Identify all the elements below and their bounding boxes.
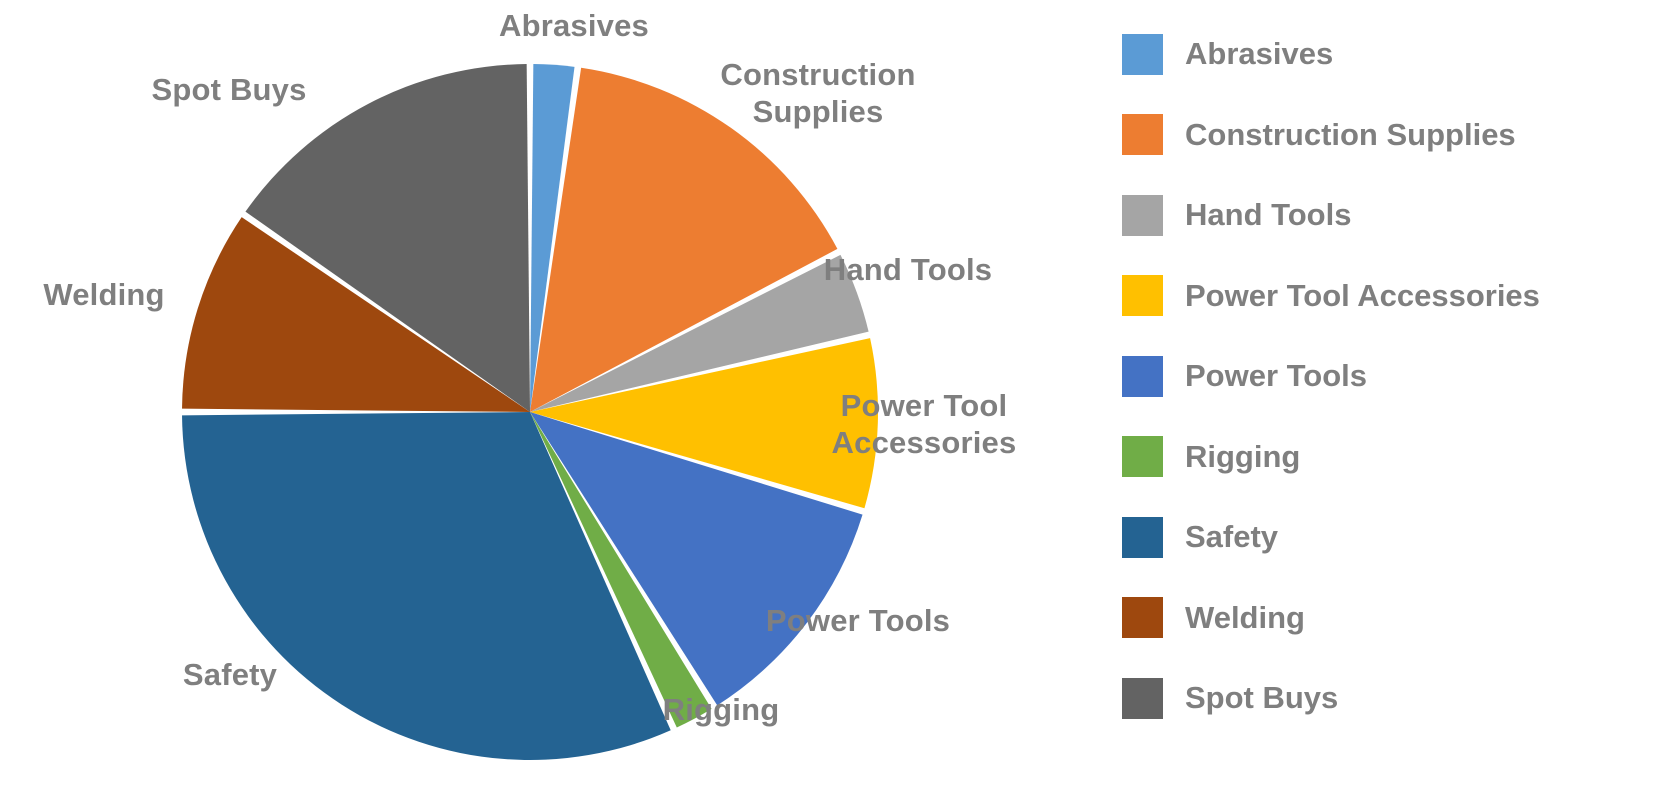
legend-item-rigging[interactable]: Rigging	[1122, 417, 1662, 498]
pie-label-construction-supplies: Construction Supplies	[720, 57, 916, 129]
legend-swatch-icon	[1122, 597, 1163, 639]
chart-legend: Abrasives Construction Supplies Hand Tools…	[1122, 14, 1662, 754]
legend-item-welding[interactable]: Welding	[1122, 578, 1662, 659]
legend-item-label: Abrasives	[1185, 36, 1334, 72]
pie-plot-area: Abrasives Construction Supplies Hand Tools…	[0, 0, 1100, 791]
legend-swatch-icon	[1122, 275, 1163, 317]
legend-item-power-tools[interactable]: Power Tools	[1122, 336, 1662, 417]
legend-item-label: Welding	[1185, 599, 1305, 635]
pie-label-welding: Welding	[43, 277, 165, 312]
pie-label-safety: Safety	[182, 657, 278, 692]
legend-swatch-icon	[1122, 677, 1163, 719]
legend-item-power-tool-accessories[interactable]: Power Tool Accessories	[1122, 256, 1662, 337]
pie-label-power-tool-accessories: Power Tool Accessories	[831, 388, 1017, 460]
legend-item-label: Rigging	[1185, 438, 1301, 474]
legend-swatch-icon	[1122, 516, 1163, 558]
legend-swatch-icon	[1122, 33, 1163, 75]
legend-item-label: Spot Buys	[1185, 680, 1339, 716]
legend-swatch-icon	[1122, 194, 1163, 236]
legend-item-label: Hand Tools	[1185, 197, 1352, 233]
legend-item-label: Construction Supplies	[1185, 116, 1516, 152]
pie-label-hand-tools: Hand Tools	[823, 252, 993, 287]
legend-item-label: Power Tools	[1185, 358, 1368, 394]
legend-item-construction-supplies[interactable]: Construction Supplies	[1122, 95, 1662, 176]
legend-item-hand-tools[interactable]: Hand Tools	[1122, 175, 1662, 256]
legend-item-abrasives[interactable]: Abrasives	[1122, 14, 1662, 95]
legend-item-safety[interactable]: Safety	[1122, 497, 1662, 578]
pie-label-abrasives: Abrasives	[498, 8, 649, 43]
pie-label-spot-buys: Spot Buys	[151, 72, 307, 107]
legend-swatch-icon	[1122, 436, 1163, 478]
pie-chart-figure: Abrasives Construction Supplies Hand Tools…	[0, 0, 1666, 791]
legend-item-label: Power Tool Accessories	[1185, 277, 1540, 313]
legend-swatch-icon	[1122, 355, 1163, 397]
legend-item-label: Safety	[1185, 519, 1279, 555]
pie-label-rigging: Rigging	[662, 692, 780, 727]
legend-item-spot-buys[interactable]: Spot Buys	[1122, 658, 1662, 739]
pie-label-power-tools: Power Tools	[765, 603, 951, 638]
legend-swatch-icon	[1122, 114, 1163, 156]
